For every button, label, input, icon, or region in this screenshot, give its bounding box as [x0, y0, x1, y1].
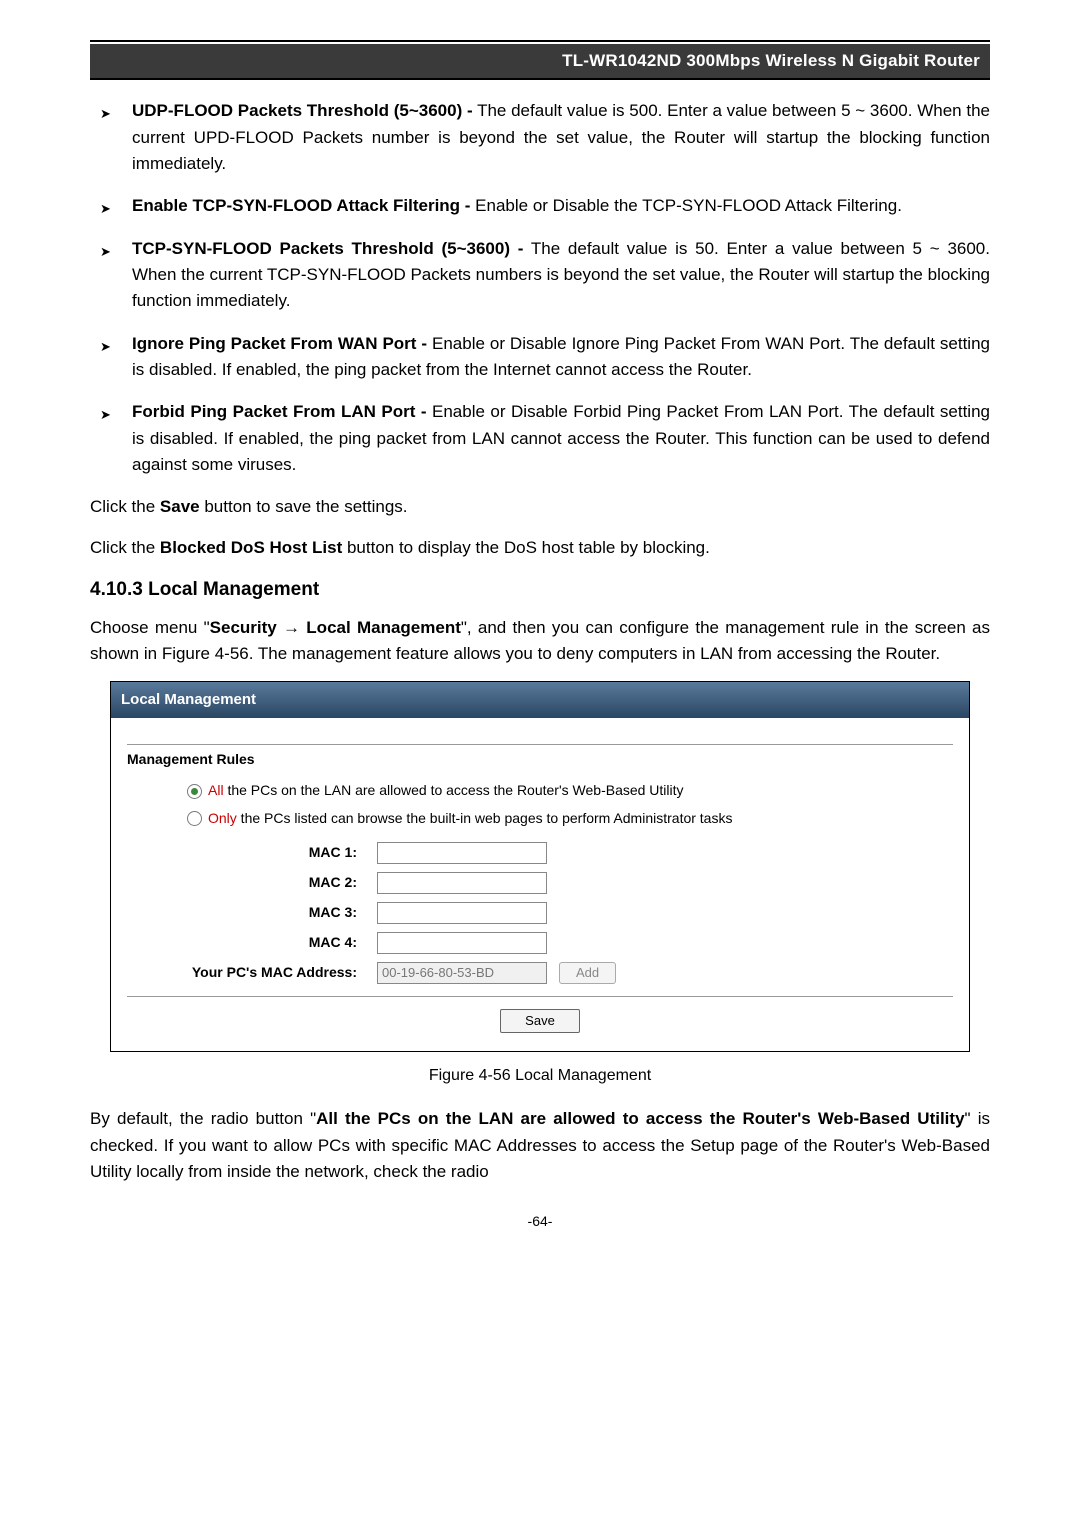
mac-row-2: MAC 2:: [127, 872, 953, 894]
mac-row-1: MAC 1:: [127, 842, 953, 864]
list-item: ➤ Forbid Ping Packet From LAN Port - Ena…: [90, 399, 990, 478]
mac-row-3: MAC 3:: [127, 902, 953, 924]
chevron-right-icon: ➤: [100, 405, 111, 425]
mac4-input[interactable]: [377, 932, 547, 954]
figure-caption: Figure 4-56 Local Management: [90, 1064, 990, 1089]
text-bold: Blocked DoS Host List: [160, 538, 342, 557]
bullet-lead: UDP-FLOOD Packets Threshold (5~3600) -: [132, 101, 473, 120]
list-item: ➤ Ignore Ping Packet From WAN Port - Ena…: [90, 331, 990, 384]
text-bold: All the PCs on the LAN are allowed to ac…: [316, 1109, 964, 1128]
mac2-input[interactable]: [377, 872, 547, 894]
pc-mac-row: Your PC's MAC Address: Add: [127, 962, 953, 984]
divider: [127, 996, 953, 997]
text: button to save the settings.: [200, 497, 408, 516]
bullet-text: Enable or Disable the TCP-SYN-FLOOD Atta…: [470, 196, 901, 215]
list-item: ➤ UDP-FLOOD Packets Threshold (5~3600) -…: [90, 98, 990, 177]
mac1-label: MAC 1:: [127, 842, 377, 864]
mac-row-4: MAC 4:: [127, 932, 953, 954]
section-intro-para: Choose menu "Security → Local Management…: [90, 615, 990, 668]
click-blocked-para: Click the Blocked DoS Host List button t…: [90, 535, 990, 561]
closing-para: By default, the radio button "All the PC…: [90, 1106, 990, 1185]
save-button[interactable]: Save: [500, 1009, 580, 1033]
radio-all[interactable]: [187, 784, 202, 799]
text: Click the: [90, 538, 160, 557]
radio-only[interactable]: [187, 811, 202, 826]
list-item: ➤ TCP-SYN-FLOOD Packets Threshold (5~360…: [90, 236, 990, 315]
radio-only-row[interactable]: Only the PCs listed can browse the built…: [187, 808, 953, 830]
pc-mac-label: Your PC's MAC Address:: [127, 962, 377, 984]
chevron-right-icon: ➤: [100, 199, 111, 219]
radio-all-row[interactable]: All the PCs on the LAN are allowed to ac…: [187, 780, 953, 802]
radio-all-red: All: [208, 782, 224, 798]
add-button[interactable]: Add: [559, 962, 616, 984]
divider: [127, 744, 953, 745]
text: Click the: [90, 497, 160, 516]
bullet-lead: Enable TCP-SYN-FLOOD Attack Filtering -: [132, 196, 470, 215]
text: button to display the DoS host table by …: [342, 538, 710, 557]
radio-all-rest: the PCs on the LAN are allowed to access…: [224, 782, 684, 798]
local-management-figure: Local Management Management Rules All th…: [110, 681, 970, 1051]
text: By default, the radio button ": [90, 1109, 316, 1128]
mac3-label: MAC 3:: [127, 902, 377, 924]
mac2-label: MAC 2:: [127, 872, 377, 894]
list-item: ➤ Enable TCP-SYN-FLOOD Attack Filtering …: [90, 193, 990, 219]
section-heading: 4.10.3 Local Management: [90, 575, 990, 604]
bullet-lead: Forbid Ping Packet From LAN Port -: [132, 402, 427, 421]
click-save-para: Click the Save button to save the settin…: [90, 494, 990, 520]
mac4-label: MAC 4:: [127, 932, 377, 954]
mac1-input[interactable]: [377, 842, 547, 864]
page-number: -64-: [90, 1211, 990, 1233]
text: Choose menu ": [90, 618, 210, 637]
mgmt-rules-heading: Management Rules: [127, 749, 953, 771]
pc-mac-input: [377, 962, 547, 984]
mac3-input[interactable]: [377, 902, 547, 924]
chevron-right-icon: ➤: [100, 104, 111, 124]
chevron-right-icon: ➤: [100, 242, 111, 262]
arrow-icon: →: [277, 618, 307, 637]
bullet-lead: Ignore Ping Packet From WAN Port -: [132, 334, 427, 353]
text-bold: Local Management: [306, 618, 461, 637]
text-bold: Security: [210, 618, 277, 637]
page-header: TL-WR1042ND 300Mbps Wireless N Gigabit R…: [90, 44, 990, 80]
feature-bullet-list: ➤ UDP-FLOOD Packets Threshold (5~3600) -…: [90, 98, 990, 478]
text-bold: Save: [160, 497, 200, 516]
bullet-lead: TCP-SYN-FLOOD Packets Threshold (5~3600)…: [132, 239, 523, 258]
figure-title: Local Management: [111, 682, 969, 717]
chevron-right-icon: ➤: [100, 337, 111, 357]
radio-only-rest: the PCs listed can browse the built-in w…: [237, 810, 733, 826]
radio-only-red: Only: [208, 810, 237, 826]
